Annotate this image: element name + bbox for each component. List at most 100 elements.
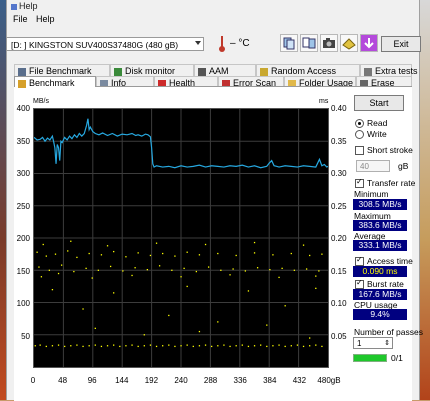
y-left-tick-label: 350	[16, 136, 30, 146]
access-time-point	[195, 270, 198, 273]
tab-label: Benchmark	[29, 78, 75, 88]
access-time-point	[305, 268, 308, 270]
maximum-value: 383.6 MB/s	[353, 220, 407, 231]
access-time-point	[207, 266, 210, 268]
tab-random-access[interactable]: Random Access	[256, 64, 360, 76]
access-time-point	[143, 334, 145, 336]
tab-label: Extra tests	[375, 66, 418, 76]
y-right-tick-label: 0.35	[331, 136, 347, 146]
passes-value: 1	[357, 339, 362, 348]
read-radio[interactable]	[355, 119, 364, 128]
tab-label: Disk monitor	[125, 66, 176, 76]
burst-rate-checkbox[interactable]	[355, 278, 364, 289]
random-access-icon	[260, 67, 268, 76]
access-time-point	[266, 345, 268, 348]
short-stroke-unit: gB	[398, 161, 409, 171]
write-radio[interactable]	[355, 130, 364, 139]
access-time-point	[88, 252, 90, 255]
start-button[interactable]: Start	[354, 95, 404, 111]
disk-monitor-icon	[114, 67, 122, 76]
tab-extra-tests[interactable]: Extra tests	[360, 64, 418, 76]
access-time-point	[269, 269, 271, 271]
access-time-point	[253, 345, 256, 347]
save-button[interactable]	[340, 34, 358, 52]
access-time-point	[137, 345, 139, 348]
access-time-point	[321, 253, 323, 255]
tab-disk-monitor[interactable]: Disk monitor	[110, 64, 194, 76]
menu-help[interactable]: Help	[36, 14, 55, 24]
access-time-point	[38, 266, 40, 268]
access-time-point	[217, 252, 219, 255]
y-right-tick-label: 0.05	[331, 331, 347, 341]
access-time-point	[220, 269, 222, 271]
access-time-point	[162, 345, 164, 347]
access-time-point	[97, 269, 100, 271]
passes-label: Number of passes	[354, 327, 423, 337]
copy-text-button[interactable]	[300, 34, 318, 52]
access-time-point	[302, 244, 305, 246]
access-time-point	[88, 345, 90, 347]
x-tick-label: 144	[115, 376, 129, 385]
access-time-point	[256, 267, 259, 269]
access-time-point	[70, 240, 72, 242]
menu-file[interactable]: File	[13, 14, 28, 24]
access-time-point	[281, 267, 283, 270]
access-time-point	[131, 344, 133, 346]
access-time-point	[48, 269, 51, 271]
access-time-point	[192, 345, 194, 348]
access-time-checkbox[interactable]	[355, 255, 364, 266]
access-time-point	[94, 327, 96, 329]
passes-progress-bar	[353, 354, 387, 362]
screenshot-button[interactable]	[320, 34, 338, 52]
transfer-rate-checkbox[interactable]	[355, 177, 364, 188]
passes-input[interactable]: 1 ⇕	[353, 337, 393, 349]
access-time-point	[253, 252, 256, 254]
tab-label: Random Access	[271, 66, 337, 76]
tab-benchmark[interactable]: Benchmark	[14, 76, 96, 88]
y-right-tick-label: 0.15	[331, 266, 347, 276]
short-stroke-checkbox[interactable]	[355, 146, 364, 155]
access-time-point	[168, 314, 170, 317]
access-time-point	[186, 285, 188, 288]
access-time-value: 0.090 ms	[353, 266, 407, 277]
benchmark-chart	[33, 108, 329, 368]
access-time-point	[278, 276, 280, 279]
burst-rate-label: Burst rate	[367, 279, 404, 289]
copy-button[interactable]	[280, 34, 298, 52]
access-time-point	[290, 345, 292, 347]
y-left-tick-label: 50	[21, 331, 30, 341]
access-time-point	[266, 324, 268, 326]
drive-select[interactable]: [D: ] KINGSTON SUV400S37480G (480 gB)	[6, 37, 204, 51]
access-time-point	[321, 345, 323, 348]
app-icon	[11, 3, 17, 10]
tab-file-benchmark[interactable]: File Benchmark	[14, 64, 110, 76]
access-time-point	[39, 344, 41, 346]
access-time-point	[143, 345, 145, 347]
file-benchmark-icon	[18, 67, 26, 76]
access-time-point	[155, 345, 158, 348]
access-time-point	[186, 344, 188, 346]
temperature-readout: – °C	[230, 38, 250, 49]
download-button[interactable]	[360, 34, 378, 52]
cpu-usage-value: 9.4%	[353, 309, 407, 320]
access-time-point	[198, 330, 201, 333]
access-time-point	[284, 305, 286, 307]
exit-button[interactable]: Exit	[381, 36, 421, 52]
access-time-point	[82, 308, 84, 310]
access-time-point	[217, 345, 219, 347]
spinner-icon: ⇕	[384, 340, 390, 347]
tab-aam[interactable]: AAM	[194, 64, 256, 76]
access-time-point	[180, 345, 182, 347]
y-right-tick-label: 0.20	[331, 234, 347, 243]
access-time-point	[76, 344, 78, 346]
thermometer-icon	[219, 36, 225, 52]
access-time-point	[318, 270, 320, 272]
access-time-point	[82, 345, 84, 348]
access-time-point	[51, 289, 54, 291]
access-time-point	[45, 345, 47, 348]
access-time-point	[51, 345, 54, 347]
access-time-point	[235, 345, 237, 347]
short-stroke-input[interactable]: 40	[356, 160, 390, 172]
access-time-point	[217, 321, 219, 323]
menu-bar: File Help	[7, 12, 419, 26]
